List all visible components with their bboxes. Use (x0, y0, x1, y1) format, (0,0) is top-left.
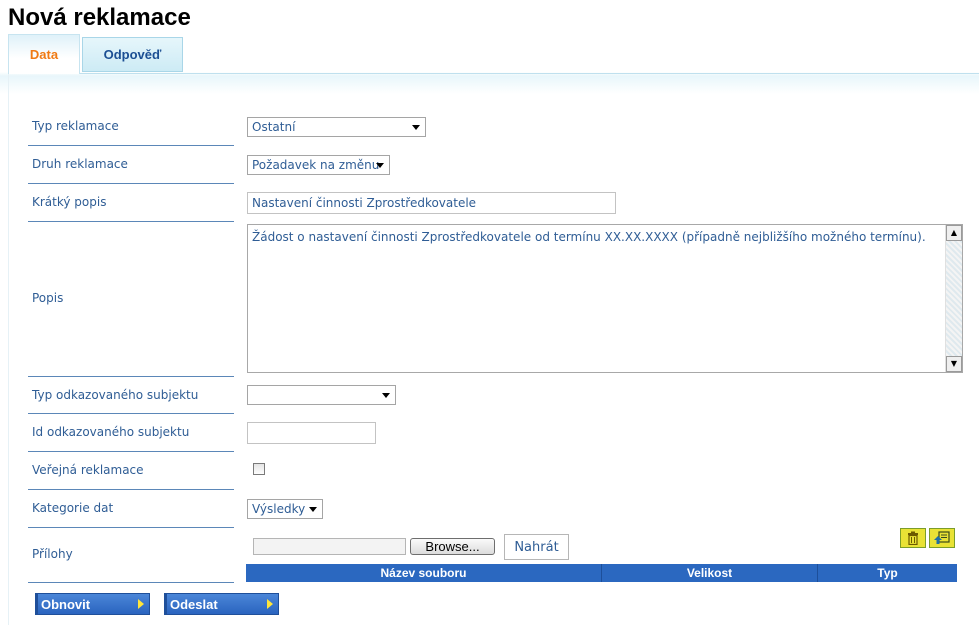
page-title: Nová reklamace (8, 4, 191, 31)
popis-textarea[interactable]: Žádost o nastavení činnosti Zprostředkov… (247, 224, 963, 373)
id-subjektu-label: Id odkazovaného subjektu (32, 425, 190, 439)
row-divider (28, 413, 234, 414)
chevron-down-icon (376, 163, 384, 168)
popis-scrollbar[interactable]: ▲ ▼ (945, 225, 962, 372)
delete-attachment-button[interactable] (900, 528, 926, 548)
column-header-typ[interactable]: Typ (818, 564, 957, 582)
scroll-down-icon[interactable]: ▼ (946, 356, 962, 372)
typ-reklamace-value: Ostatní (252, 120, 296, 134)
kratky-popis-input[interactable]: Nastavení činnosti Zprostředkovatele (247, 192, 616, 214)
send-button[interactable]: Odeslat (164, 593, 279, 615)
kategorie-label: Kategorie dat (32, 501, 114, 515)
typ-subjektu-label: Typ odkazovaného subjektu (32, 388, 199, 402)
arrow-right-icon (267, 599, 273, 609)
tabs-divider (8, 73, 979, 74)
attachments-table-header: Název souboru Velikost Typ (246, 564, 957, 582)
column-header-nazev[interactable]: Název souboru (246, 564, 602, 582)
arrow-right-icon (138, 599, 144, 609)
column-header-velikost[interactable]: Velikost (602, 564, 818, 582)
typ-subjektu-select[interactable] (247, 385, 396, 405)
row-divider (28, 145, 234, 146)
row-divider (28, 582, 234, 583)
kratky-popis-label: Krátký popis (32, 195, 107, 209)
row-divider (28, 376, 234, 377)
row-divider (28, 221, 234, 222)
row-divider (28, 451, 234, 452)
send-button-label: Odeslat (170, 596, 218, 612)
chevron-down-icon (309, 507, 317, 512)
tab-data[interactable]: Data (8, 34, 80, 74)
refresh-button-label: Obnovit (41, 596, 91, 612)
upload-button[interactable]: Nahrát (504, 534, 569, 560)
verejna-label: Veřejná reklamace (32, 463, 144, 477)
druh-reklamace-label: Druh reklamace (32, 157, 128, 171)
typ-reklamace-label: Typ reklamace (32, 119, 119, 133)
row-divider (28, 489, 234, 490)
chevron-down-icon (412, 125, 420, 130)
druh-reklamace-select[interactable]: Požadavek na změnu (247, 155, 390, 175)
verejna-checkbox[interactable] (253, 463, 265, 475)
popis-text: Žádost o nastavení činnosti Zprostředkov… (252, 230, 926, 244)
scroll-up-icon[interactable]: ▲ (946, 225, 962, 241)
kategorie-value: Výsledky (252, 502, 306, 516)
trash-icon (908, 531, 918, 545)
content-border (8, 74, 9, 625)
druh-reklamace-value: Požadavek na změnu (252, 158, 380, 172)
row-divider (28, 183, 234, 184)
export-attachment-button[interactable] (929, 528, 955, 548)
typ-reklamace-select[interactable]: Ostatní (247, 117, 426, 137)
upload-arrow-icon (934, 531, 950, 544)
chevron-down-icon (382, 393, 390, 398)
prilohy-label: Přílohy (32, 547, 73, 561)
row-divider (28, 527, 234, 528)
kategorie-select[interactable]: Výsledky (247, 499, 323, 519)
popis-label: Popis (32, 291, 64, 305)
refresh-button[interactable]: Obnovit (35, 593, 150, 615)
file-path-input[interactable] (253, 538, 406, 555)
id-subjektu-input[interactable] (247, 422, 376, 444)
browse-button[interactable]: Browse... (410, 538, 495, 555)
tab-odpoved[interactable]: Odpověď (82, 37, 183, 72)
